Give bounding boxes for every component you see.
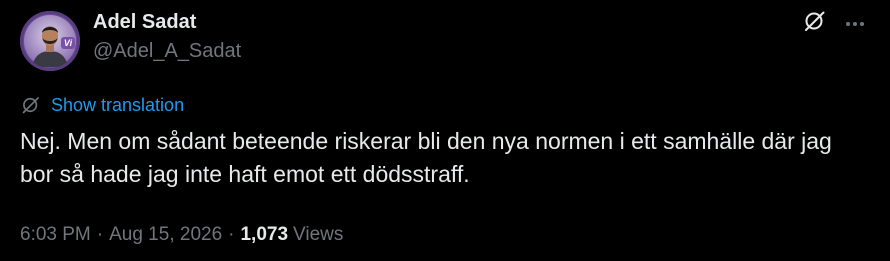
author-display-name[interactable]: Adel Sadat — [93, 10, 196, 34]
show-translation-link[interactable]: Show translation — [20, 94, 184, 116]
views-count: 1,073 — [240, 224, 289, 245]
grok-icon — [803, 9, 827, 38]
more-horizontal-icon — [845, 14, 865, 32]
tweet-date[interactable]: Aug 15, 2026 — [109, 223, 222, 247]
grok-translate-icon — [20, 94, 42, 116]
avatar-badge-text: Vi — [64, 38, 73, 48]
tweet-meta: 6:03 PM · Aug 15, 2026 · 1,073 Views — [20, 223, 343, 247]
more-options-button[interactable] — [840, 8, 870, 38]
tweet-time[interactable]: 6:03 PM — [20, 223, 91, 247]
tweet-text: Nej. Men om sådant beteende riskerar bli… — [20, 128, 832, 187]
meta-separator: · — [228, 224, 235, 245]
avatar[interactable]: Vi — [20, 11, 80, 71]
meta-separator: · — [96, 224, 104, 245]
views-label: Views — [293, 224, 344, 245]
author-handle[interactable]: @Adel_A_Sadat — [93, 39, 241, 63]
show-translation-label: Show translation — [51, 95, 185, 115]
grok-button[interactable] — [800, 8, 830, 38]
